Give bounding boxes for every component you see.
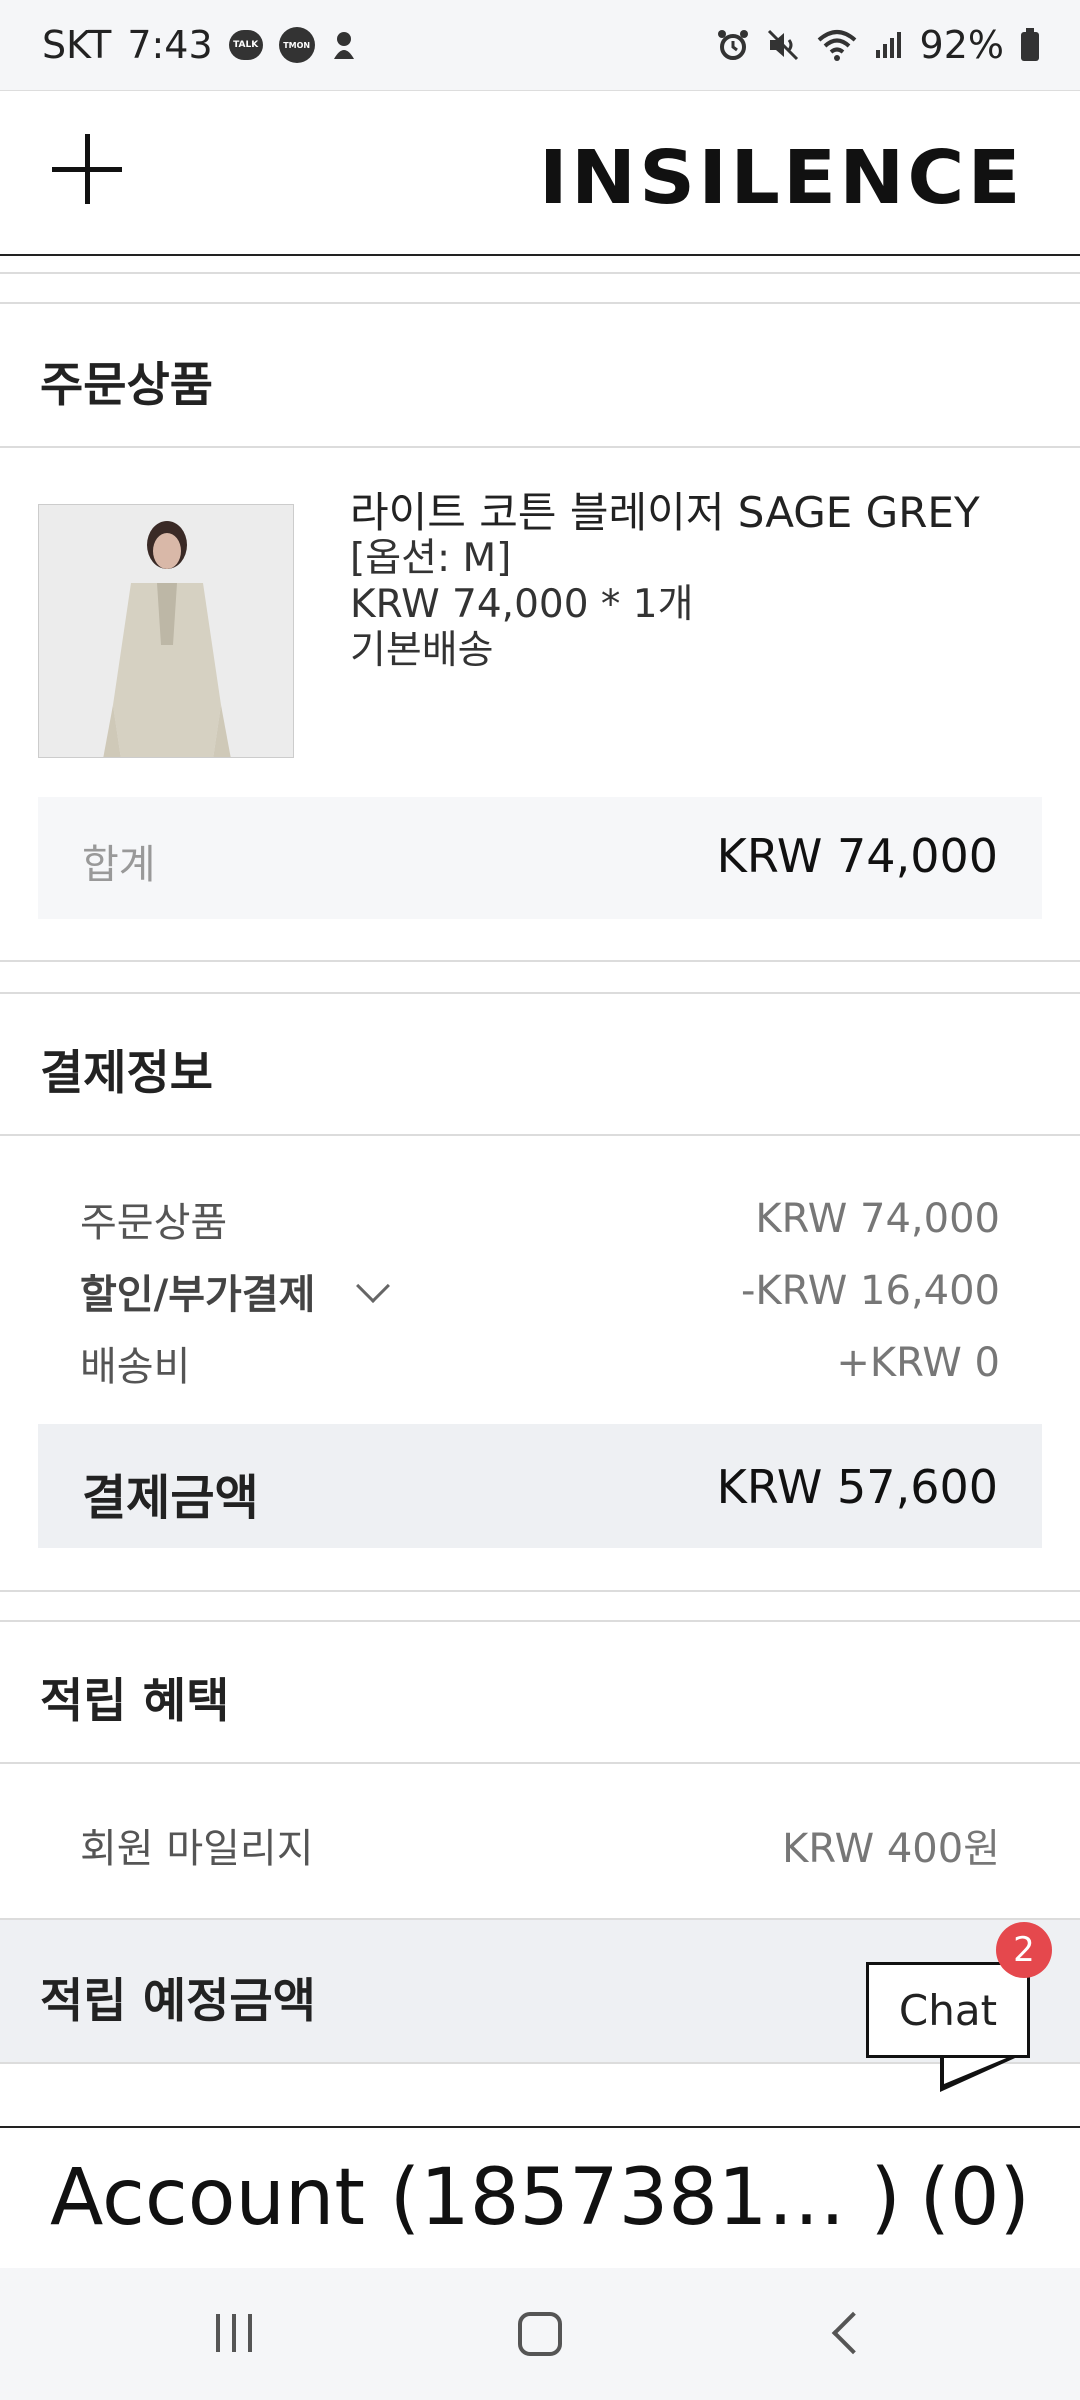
payment-row-label: 주문상품	[80, 1200, 228, 1246]
expected-reward-title: 적립 예정금액	[40, 1974, 316, 2029]
clock-time: 7:43	[127, 23, 213, 67]
account-bar[interactable]: Account (1857381… ) (0)	[0, 2126, 1080, 2268]
order-total-box: 합계 KRW 74,000	[38, 797, 1042, 919]
recent-apps-icon[interactable]	[216, 2314, 252, 2352]
home-icon[interactable]	[518, 2312, 562, 2356]
payment-total-value: KRW 57,600	[716, 1460, 998, 1514]
chat-label: Chat	[898, 1985, 998, 2035]
chat-button[interactable]: Chat	[866, 1962, 1030, 2058]
order-section-title: 주문상품	[40, 358, 213, 413]
payment-section-title: 결제정보	[40, 1046, 213, 1101]
alarm-icon	[716, 28, 750, 62]
order-total-value: KRW 74,000	[716, 829, 998, 883]
payment-row-shipping: 배송비 +KRW 0	[80, 1334, 1000, 1392]
payment-row-label: 배송비	[80, 1344, 191, 1390]
divider	[0, 302, 1080, 304]
divider	[0, 1620, 1080, 1622]
mileage-value: KRW 400원	[782, 1826, 1000, 1872]
payment-row-value: -KRW 16,400	[740, 1268, 1000, 1314]
product-shipping: 기본배송	[350, 628, 494, 673]
divider	[0, 1590, 1080, 1592]
product-price-qty: KRW 74,000 * 1개	[350, 582, 694, 627]
battery-icon	[1020, 28, 1040, 62]
payment-total-box: 결제금액 KRW 57,600	[38, 1424, 1042, 1548]
brand-logo[interactable]: INSILENCE	[539, 135, 1024, 221]
mute-icon	[766, 28, 800, 62]
payment-row-value: KRW 74,000	[755, 1196, 1000, 1242]
divider	[0, 960, 1080, 962]
mileage-label: 회원 마일리지	[80, 1826, 314, 1872]
chat-tail-fill	[944, 2054, 1016, 2084]
account-label[interactable]: Account (1857381… )	[50, 2153, 901, 2243]
product-info: 라이트 코튼 블레이저 SAGE GREY [옵션: M] KRW 74,000…	[350, 490, 980, 674]
payment-row-value: +KRW 0	[836, 1340, 1000, 1386]
plus-icon[interactable]	[52, 131, 128, 207]
app-header: INSILENCE	[0, 90, 1080, 256]
signal-icon	[874, 30, 904, 60]
wifi-icon	[816, 28, 858, 62]
system-nav-bar	[0, 2268, 1080, 2400]
order-total-label: 합계	[82, 842, 156, 888]
payment-row-items: 주문상품 KRW 74,000	[80, 1190, 1000, 1248]
product-option: [옵션: M]	[350, 536, 512, 581]
divider	[0, 1762, 1080, 1764]
payment-row-label: 할인/부가결제	[80, 1272, 316, 1318]
divider	[0, 446, 1080, 448]
payment-total-label: 결제금액	[82, 1470, 259, 1526]
account-count[interactable]: (0)	[920, 2153, 1031, 2243]
divider	[0, 992, 1080, 994]
divider	[0, 1134, 1080, 1136]
mileage-row: 회원 마일리지 KRW 400원	[80, 1816, 1000, 1874]
tmon-icon: TMON	[278, 27, 315, 63]
battery-percent: 92%	[919, 23, 1004, 67]
divider	[0, 272, 1080, 274]
chevron-down-icon[interactable]	[356, 1269, 391, 1303]
payment-row-discount[interactable]: 할인/부가결제 -KRW 16,400	[80, 1262, 1000, 1320]
chat-unread-badge: 2	[996, 1922, 1052, 1978]
back-icon[interactable]	[831, 2311, 875, 2355]
product-thumbnail[interactable]	[38, 504, 294, 758]
product-name[interactable]: 라이트 코튼 블레이저 SAGE GREY	[350, 490, 980, 536]
reward-section-title: 적립 혜택	[40, 1674, 230, 1729]
status-bar: SKT 7:43 TALK TMON 92%	[0, 0, 1080, 90]
kakaotalk-icon: TALK	[228, 30, 263, 60]
carrier-label: SKT	[42, 23, 112, 67]
discount-toggle[interactable]: 할인/부가결제	[80, 1262, 391, 1320]
notification-icon	[331, 29, 357, 61]
